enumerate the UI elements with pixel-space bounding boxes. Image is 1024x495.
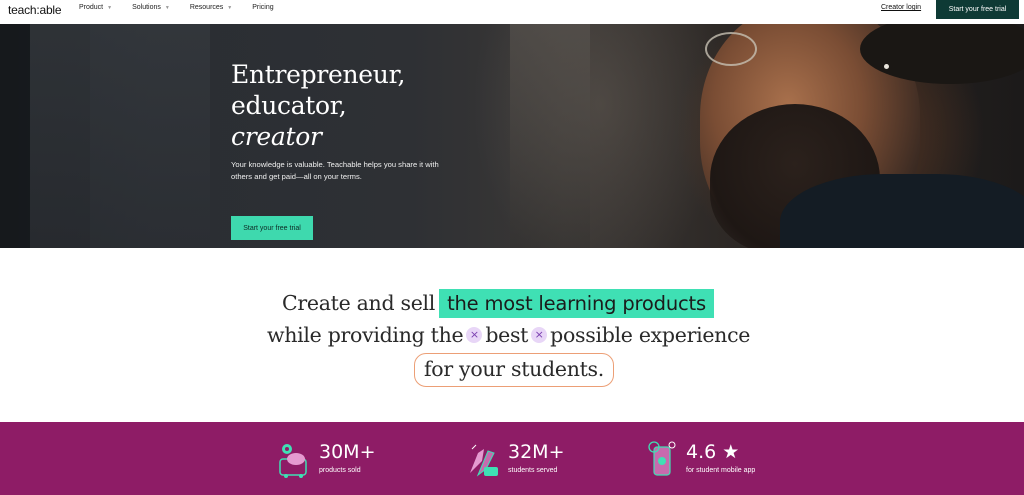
tagline-text: possible experience (550, 323, 751, 347)
hero-person-image (884, 64, 889, 69)
nav-start-trial-button[interactable]: Start your free trial (936, 0, 1019, 19)
nav-item-label: Pricing (252, 4, 274, 11)
hero-subtitle: Your knowledge is valuable. Teachable he… (231, 160, 439, 181)
tagline-text: Create and sell (282, 291, 436, 315)
stat-value: 4.6 ★ (686, 441, 740, 463)
chevron-down-icon: ▼ (164, 4, 170, 11)
nav-item-pricing[interactable]: Pricing (252, 4, 273, 11)
nav-item-solutions[interactable]: Solutions ▼ (132, 4, 170, 11)
chevron-down-icon: ▼ (107, 4, 113, 11)
tagline-section: Create and sell the most learning product… (0, 248, 1024, 422)
stat-label: students served (508, 467, 558, 474)
hero-title-line: Entrepreneur, (231, 60, 406, 89)
tagline-line-2: while providing the × best × possible experi… (267, 323, 750, 347)
tagline-text: best (485, 323, 529, 347)
nav-item-label: Solutions (132, 4, 161, 11)
nav-item-resources[interactable]: Resources ▼ (190, 4, 232, 11)
nav-item-label: Product (79, 4, 104, 11)
hands-icon (470, 444, 498, 477)
tagline-line-1: Create and sell the most learning product… (282, 289, 714, 318)
tagline-line-3: for your students. (414, 353, 614, 387)
chevron-down-icon: ▼ (227, 4, 233, 11)
stat-products-sold: 30M+ products sold (276, 439, 436, 479)
creator-login-link[interactable]: Creator login (881, 4, 921, 11)
tagline-text: while providing the (267, 323, 464, 347)
hero-background-shape (30, 24, 210, 248)
tagline-highlight: the most learning products (439, 289, 714, 318)
hero-start-trial-button[interactable]: Start your free trial (231, 216, 313, 240)
cart-icon (279, 444, 307, 478)
stat-label: products sold (319, 467, 361, 474)
nav-item-label: Resources (189, 4, 224, 11)
stat-students-served: 32M+ students served (464, 439, 624, 479)
hero-person-image (780, 174, 1024, 248)
stat-value: 32M+ (508, 441, 565, 463)
hero-title-line: educator, (231, 91, 347, 120)
nav-menu: Product ▼ Solutions ▼ Resources ▼ Pricin… (79, 4, 294, 11)
logo[interactable]: teach:able (8, 3, 62, 17)
hero-person-image (705, 32, 757, 66)
top-nav: teach:able Product ▼ Solutions ▼ Resourc… (0, 0, 1024, 24)
hero-section: Entrepreneur, educator, creator Your kno… (0, 24, 1024, 248)
stat-value: 30M+ (319, 441, 376, 463)
stat-mobile-app-rating: 4.6 ★ for student mobile app (646, 439, 806, 479)
hero-title-line: creator (231, 122, 322, 151)
hero-title: Entrepreneur, educator, creator (231, 59, 405, 152)
phone-icon (648, 441, 676, 476)
stat-label: for student mobile app (686, 467, 756, 474)
hero-background-shape (510, 24, 590, 248)
close-icon: × (531, 326, 548, 343)
close-icon: × (466, 326, 483, 343)
nav-item-product[interactable]: Product ▼ (79, 4, 112, 11)
stats-bar: 30M+ products sold 32M+ students served … (0, 422, 1024, 495)
